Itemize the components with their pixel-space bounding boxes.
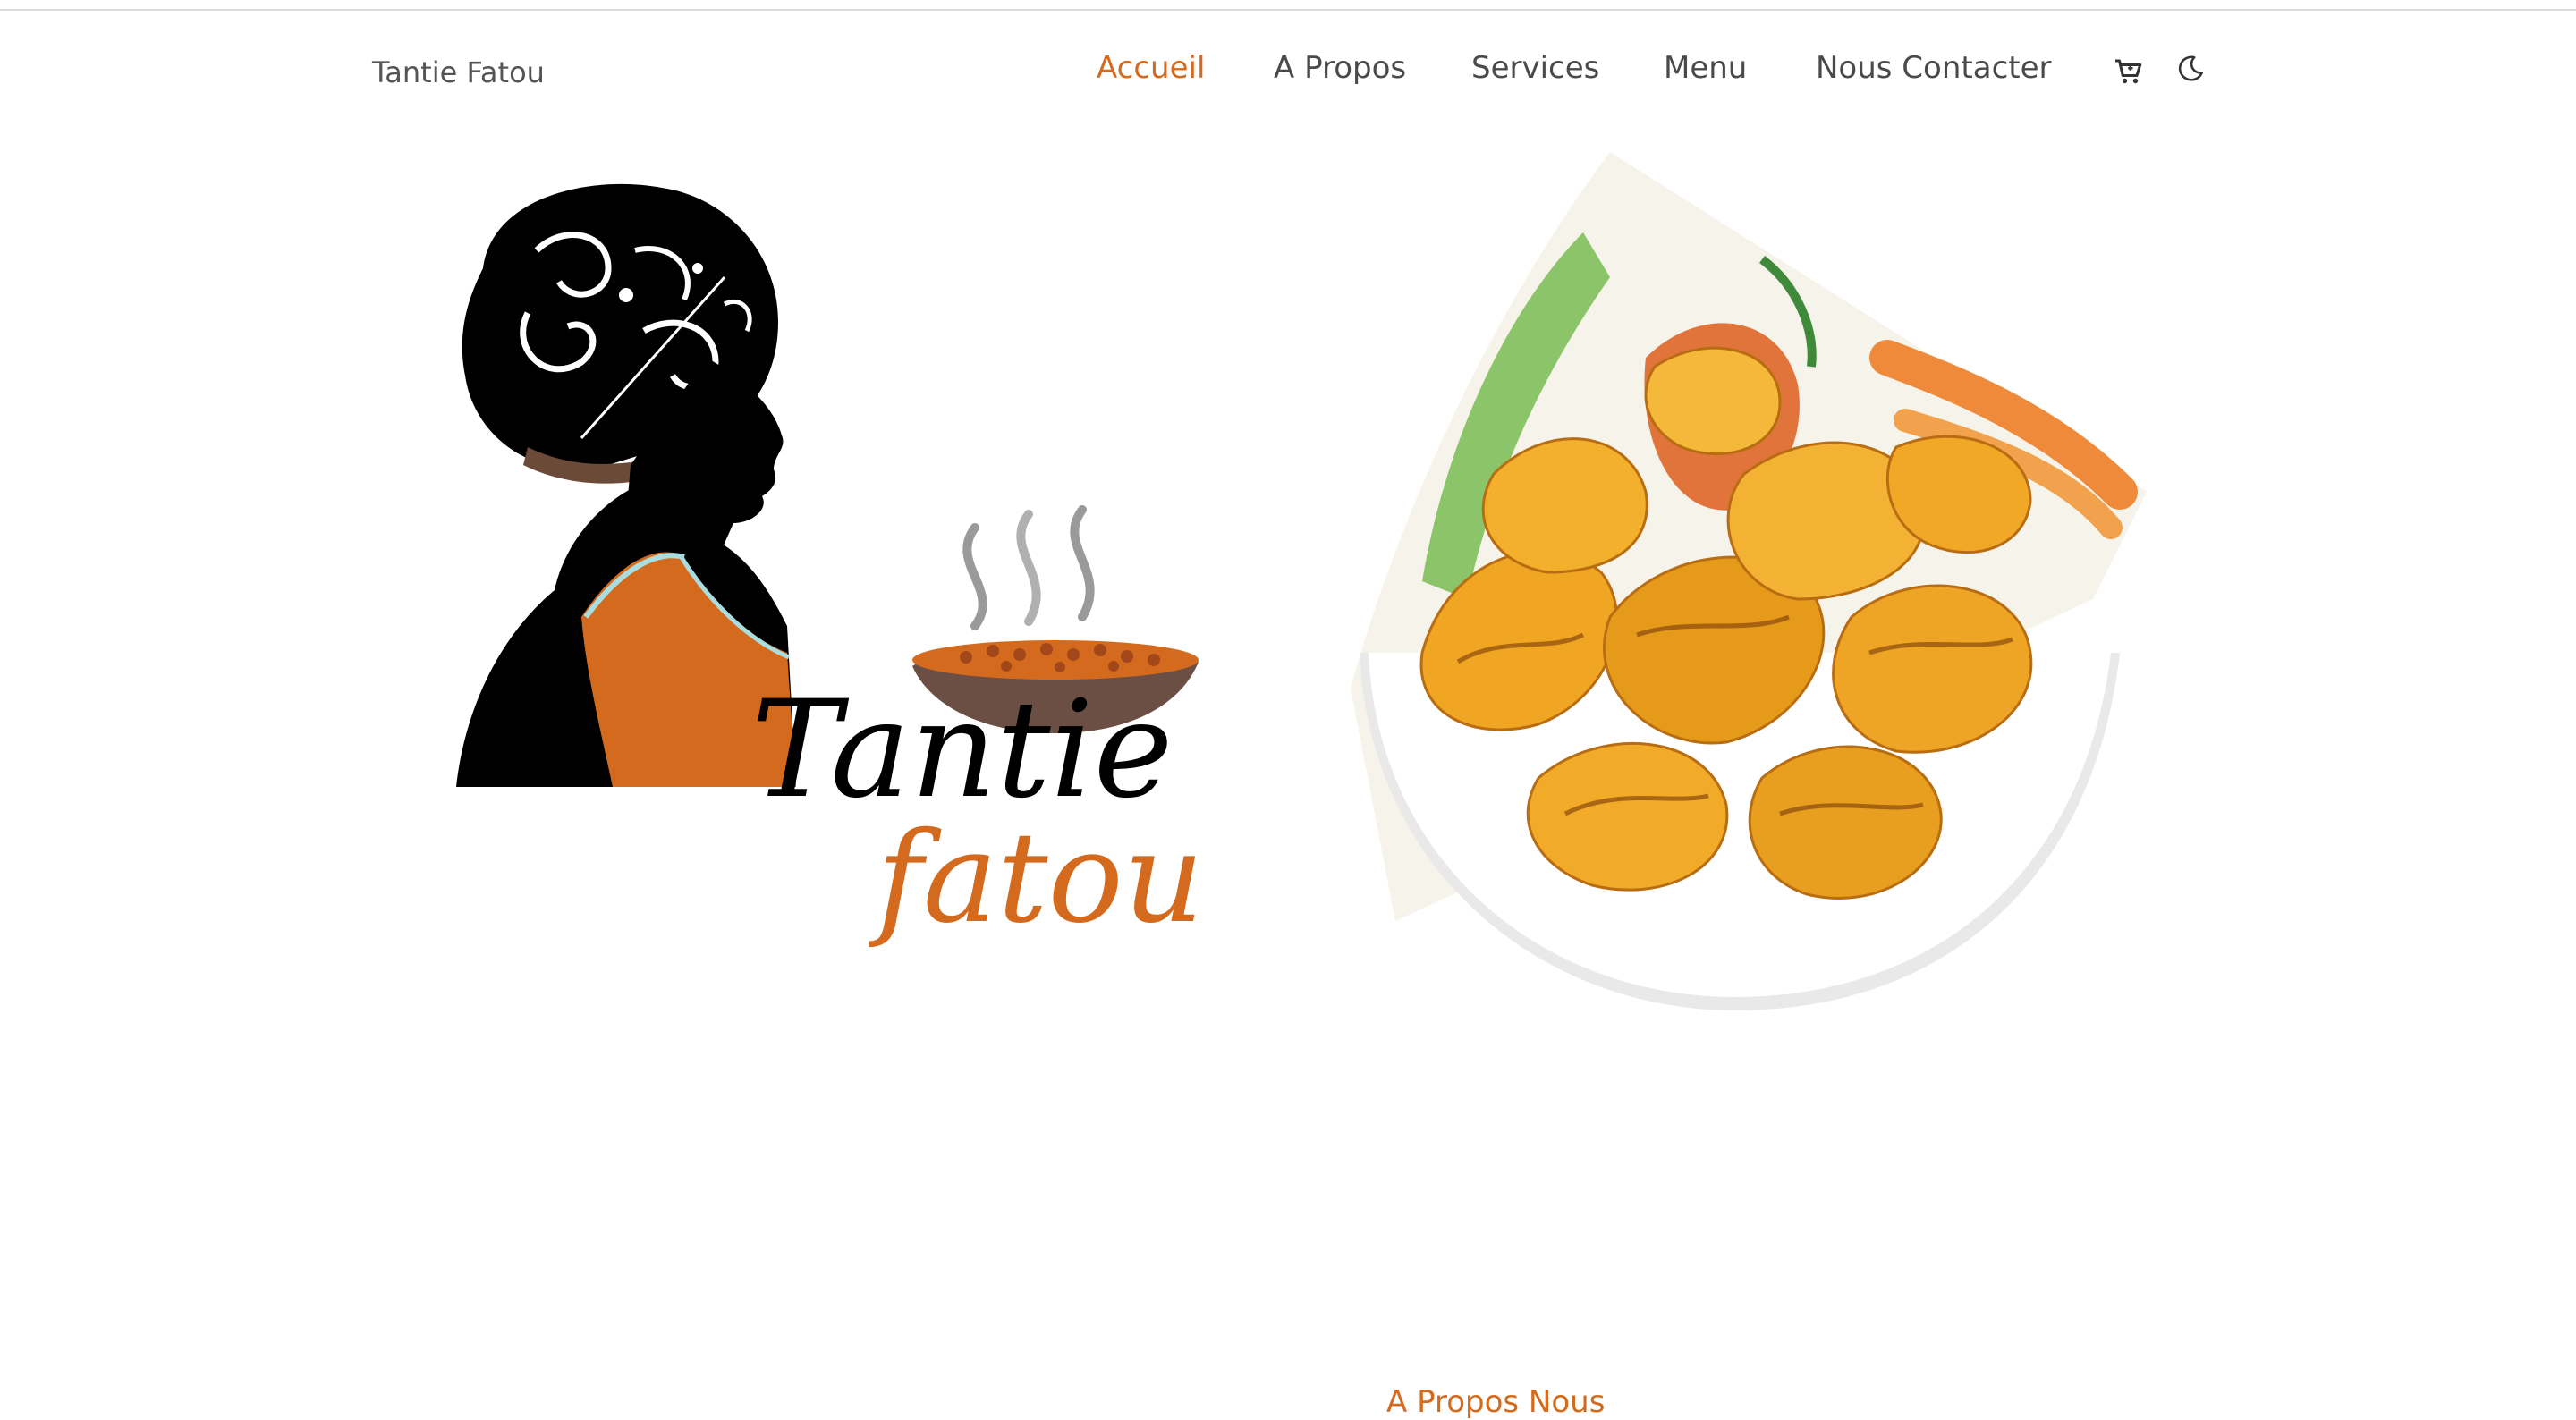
nav-accueil[interactable]: Accueil: [1097, 50, 1205, 86]
cart-icon[interactable]: [2113, 55, 2145, 91]
top-border: [0, 0, 2576, 11]
about-section-heading: A Propos Nous: [1386, 1384, 1606, 1420]
main-nav: Accueil A Propos Services Menu Nous Cont…: [0, 50, 2576, 95]
nav-menu[interactable]: Menu: [1664, 50, 1747, 86]
nav-a-propos[interactable]: A Propos: [1274, 50, 1406, 86]
nav-nous-contacter[interactable]: Nous Contacter: [1816, 50, 2051, 86]
moon-icon[interactable]: [2175, 54, 2206, 88]
tantie-fatou-logo: Tantie fatou: [456, 183, 1204, 951]
nav-services[interactable]: Services: [1471, 50, 1599, 86]
logo-text-tantie: Tantie: [751, 672, 1173, 828]
logo-text-fatou: fatou: [869, 806, 1204, 951]
plantain-chips-image: [1351, 152, 2147, 1010]
